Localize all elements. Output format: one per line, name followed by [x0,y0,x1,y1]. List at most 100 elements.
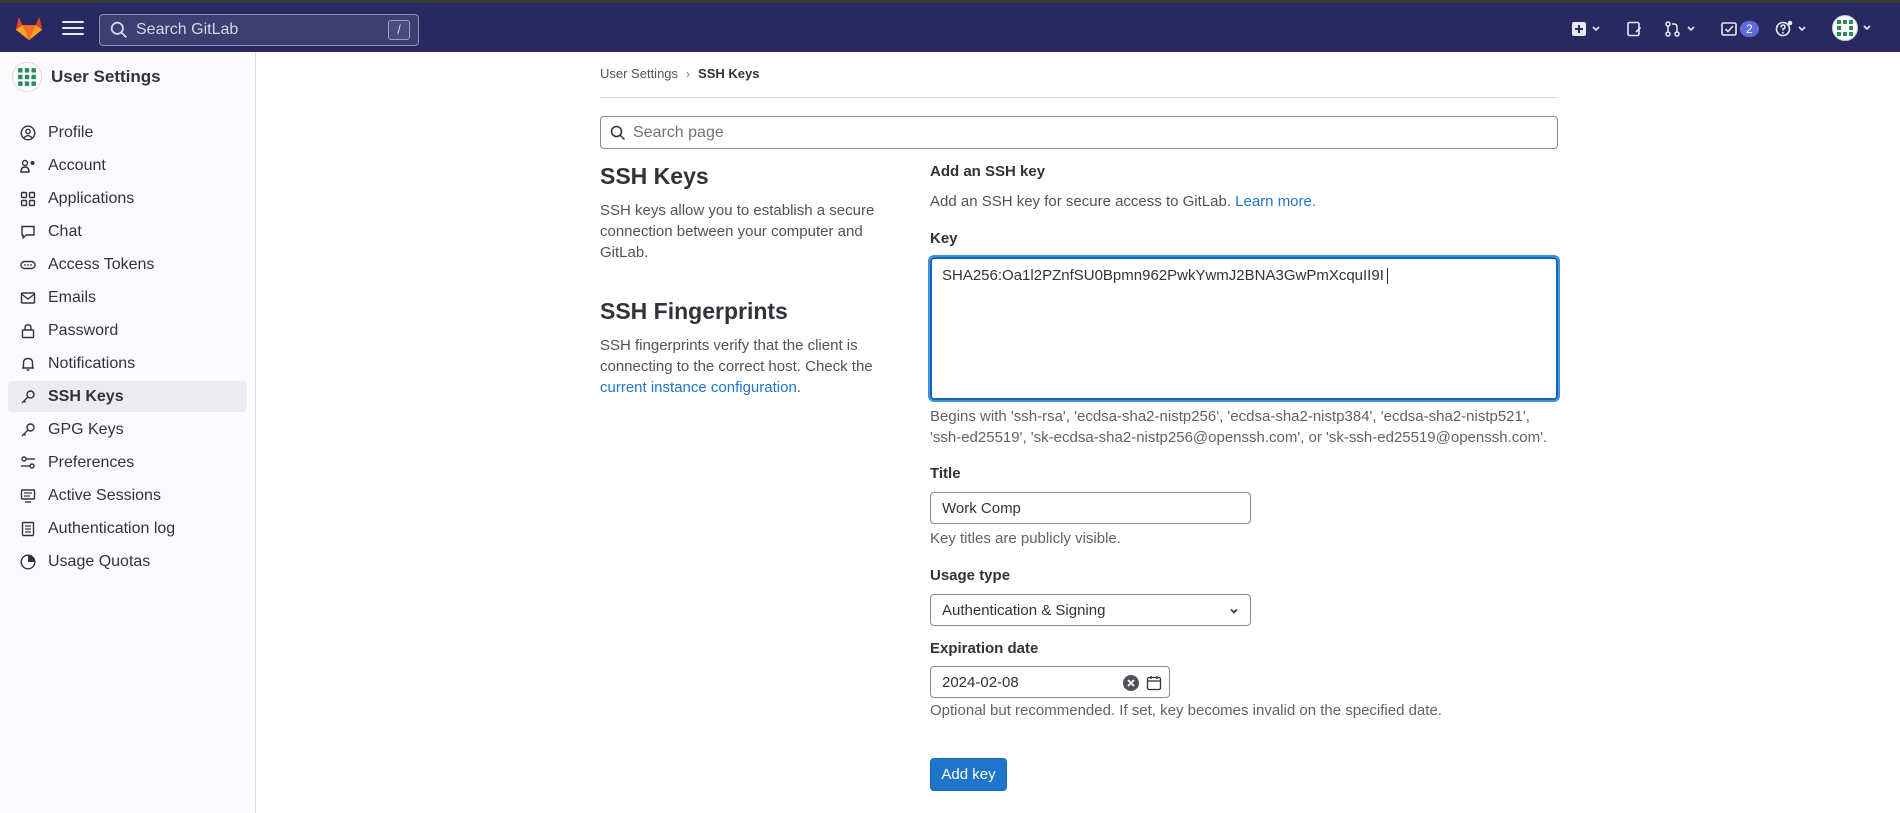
sidebar-item-account[interactable]: Account [8,150,247,181]
title-label: Title [930,465,961,482]
issues-button[interactable] [1626,17,1642,41]
ssh-fingerprints-heading: SSH Fingerprints [600,298,788,324]
usage-type-selected-value: Authentication & Signing [942,601,1106,619]
instance-configuration-link[interactable]: current instance configuration [600,379,797,396]
key-help-line-2: 'ssh-ed25519', 'sk-ecdsa-sha2-nistp256@o… [930,429,1548,446]
sidebar-item-usage-quotas[interactable]: Usage Quotas [8,546,247,577]
todo-count-badge: 2 [1740,21,1759,37]
expiration-date-value: 2024-02-08 [942,673,1019,691]
title-input-value: Work Comp [942,499,1021,517]
key-help-text: Begins with 'ssh-rsa', 'ecdsa-sha2-nistp… [930,406,1547,448]
search-icon [610,125,626,140]
sidebar-title: User Settings [51,67,161,86]
search-page-input[interactable]: Search page [600,116,1558,149]
log-icon [21,521,35,536]
help-icon [1775,20,1793,37]
preferences-icon [21,455,35,469]
user-menu-button[interactable] [1832,15,1872,41]
sidebar-item-gpg-keys[interactable]: GPG Keys [8,414,247,445]
key-label: Key [930,230,958,247]
issues-icon [1627,21,1642,37]
global-search-placeholder: Search GitLab [136,21,239,38]
sidebar-item-profile[interactable]: Profile [8,117,247,148]
sidebar-item-emails[interactable]: Emails [8,282,247,313]
text-caret [1386,268,1388,285]
global-search-input[interactable]: Search GitLab / [99,14,419,46]
settings-sidebar: User Settings Profile Account Applicatio… [0,52,256,813]
intro-text: Add an SSH key for secure access to GitL… [930,193,1231,210]
title-input[interactable]: Work Comp [930,492,1251,524]
mail-icon [20,291,36,304]
merge-requests-button[interactable] [1664,17,1696,41]
sidebar-item-ssh-keys[interactable]: SSH Keys [8,381,247,412]
chevron-down-icon [1798,26,1806,32]
chevron-down-icon [1230,608,1238,614]
expiration-date-label: Expiration date [930,640,1039,657]
learn-more-link[interactable]: Learn more. [1235,193,1316,210]
sidebar-item-label: Notifications [48,354,136,372]
search-shortcut-key: / [388,20,410,40]
sidebar-item-authentication-log[interactable]: Authentication log [8,513,247,544]
sidebar-item-active-sessions[interactable]: Active Sessions [8,480,247,511]
sidebar-item-preferences[interactable]: Preferences [8,447,247,478]
divider [600,97,1558,98]
add-key-button[interactable]: Add key [930,758,1007,791]
sidebar-item-chat[interactable]: Chat [8,216,247,247]
fingerprints-suffix: . [796,379,801,396]
sidebar-item-label: Authentication log [48,519,176,537]
key-icon [21,389,35,403]
create-new-button[interactable] [1571,17,1601,41]
key-icon [21,422,35,436]
sidebar-avatar [12,62,42,92]
breadcrumb: User Settings › SSH Keys [600,66,759,81]
add-ssh-key-heading: Add an SSH key [930,163,1046,180]
fingerprints-text: SSH fingerprints verify that the client … [600,337,873,375]
chevron-down-icon [1863,25,1871,31]
menu-icon[interactable] [62,17,84,39]
sidebar-item-label: GPG Keys [48,420,124,438]
expiration-date-input[interactable]: 2024-02-08 [930,666,1170,698]
todo-icon [1721,22,1737,36]
monitor-icon [20,488,36,503]
title-help-text: Key titles are publicly visible. [930,530,1121,547]
applications-icon [20,191,36,206]
sidebar-item-label: Access Tokens [48,255,155,273]
sidebar-item-label: Password [48,321,119,339]
token-icon [20,260,36,269]
sidebar-item-label: Usage Quotas [48,552,151,570]
sidebar-item-applications[interactable]: Applications [8,183,247,214]
sidebar-header[interactable]: User Settings [12,62,161,92]
chevron-down-icon [1592,26,1600,32]
todos-button[interactable]: 2 [1721,17,1759,41]
help-button[interactable] [1775,17,1807,41]
ssh-fingerprints-description: SSH fingerprints verify that the client … [600,335,890,398]
sidebar-item-label: SSH Keys [48,387,124,405]
sidebar-item-password[interactable]: Password [8,315,247,346]
sidebar-item-access-tokens[interactable]: Access Tokens [8,249,247,280]
breadcrumb-current[interactable]: SSH Keys [698,66,759,81]
calendar-icon[interactable] [1146,675,1162,691]
bell-icon [22,357,34,371]
key-textarea-value: SHA256:Oa1l2PZnfSU0Bpmn962PwkYwmJ2BNA3Gw… [942,267,1384,284]
sidebar-item-label: Account [48,156,106,174]
clear-date-icon[interactable] [1122,674,1140,692]
avatar-identicon-icon [1837,20,1853,36]
merge-request-icon [1665,21,1680,37]
quota-icon [20,553,36,570]
sidebar-item-label: Chat [48,222,82,240]
key-textarea[interactable]: SHA256:Oa1l2PZnfSU0Bpmn962PwkYwmJ2BNA3Gw… [930,257,1558,400]
ssh-keys-description: SSH keys allow you to establish a secure… [600,202,875,261]
usage-type-label: Usage type [930,567,1011,584]
sidebar-item-label: Active Sessions [48,486,161,504]
breadcrumb-parent-link[interactable]: User Settings [600,66,678,81]
lock-icon [21,323,35,338]
sidebar-item-notifications[interactable]: Notifications [8,348,247,379]
ssh-keys-heading: SSH Keys [600,163,709,189]
add-ssh-key-intro: Add an SSH key for secure access to GitL… [930,191,1316,212]
chat-icon [21,225,35,239]
top-navigation-bar: Search GitLab / 2 [0,0,1900,52]
usage-type-select[interactable]: Authentication & Signing [930,594,1251,626]
key-help-line-1: Begins with 'ssh-rsa', 'ecdsa-sha2-nistp… [930,408,1530,425]
profile-icon [20,124,36,141]
gitlab-logo-icon[interactable] [14,13,44,41]
